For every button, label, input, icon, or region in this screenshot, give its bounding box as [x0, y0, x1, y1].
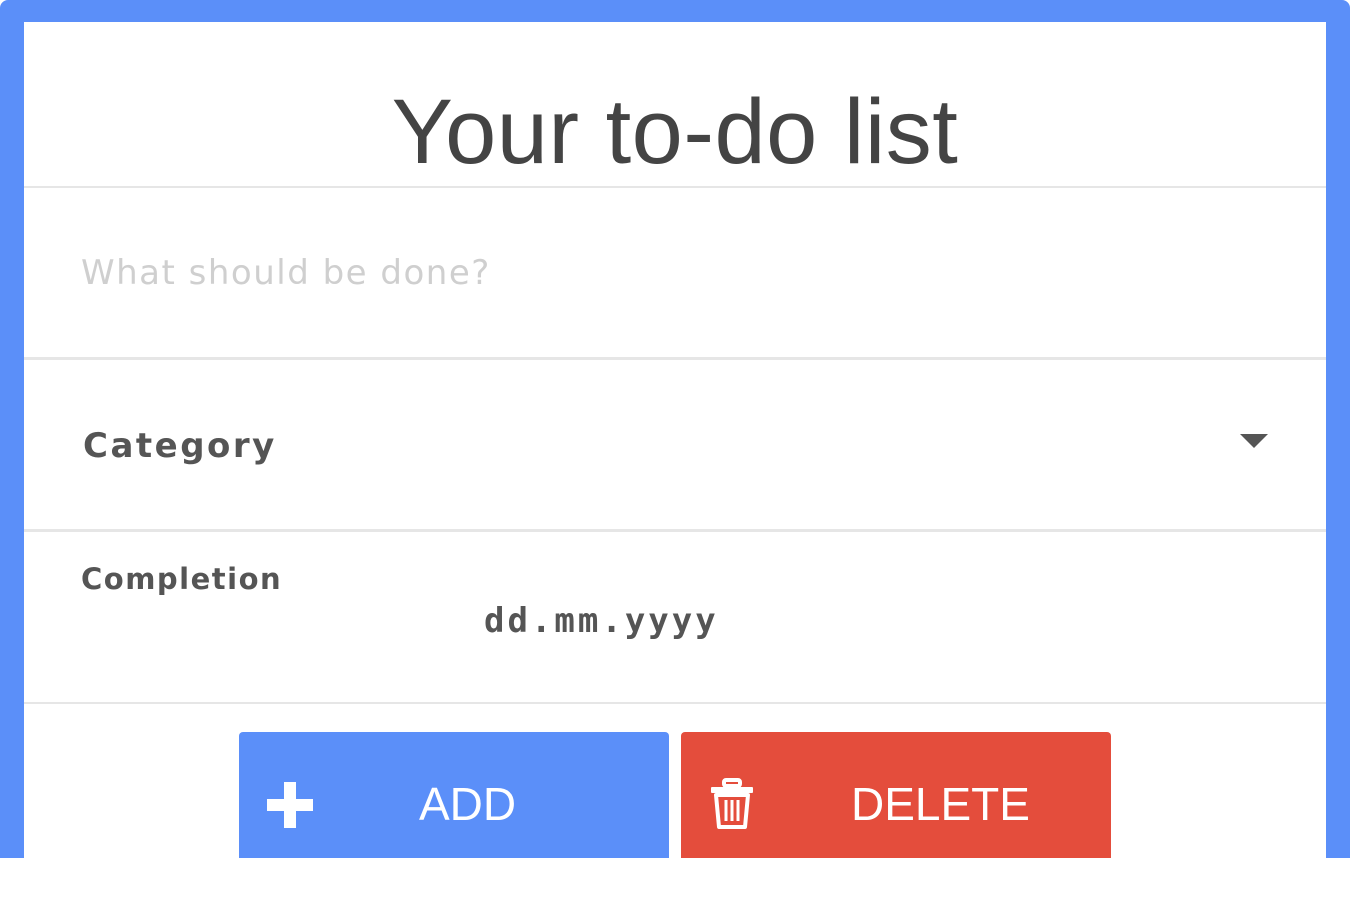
task-section — [24, 188, 1326, 360]
add-button[interactable]: ADD — [239, 732, 669, 858]
page-title: Your to-do list — [391, 81, 959, 183]
completion-section: Completion dd.mm.yyyy — [24, 532, 1326, 704]
delete-button-label: DELETE — [851, 778, 1030, 830]
category-section: Category — [24, 360, 1326, 532]
completion-date-input[interactable]: dd.mm.yyyy — [474, 596, 884, 646]
delete-button[interactable]: DELETE — [681, 732, 1111, 858]
plus-icon — [267, 782, 313, 828]
title-section: Your to-do list — [24, 22, 1326, 188]
category-label: Category — [83, 426, 277, 466]
add-button-label: ADD — [419, 778, 517, 830]
trash-icon — [711, 778, 753, 829]
task-input[interactable] — [81, 248, 1261, 298]
category-select[interactable]: Category — [24, 360, 1326, 529]
completion-label: Completion — [81, 562, 283, 596]
todo-card: Your to-do list Category Completion dd.m… — [24, 22, 1326, 858]
app-frame: Your to-do list Category Completion dd.m… — [0, 0, 1350, 858]
caret-down-icon — [1240, 434, 1268, 448]
